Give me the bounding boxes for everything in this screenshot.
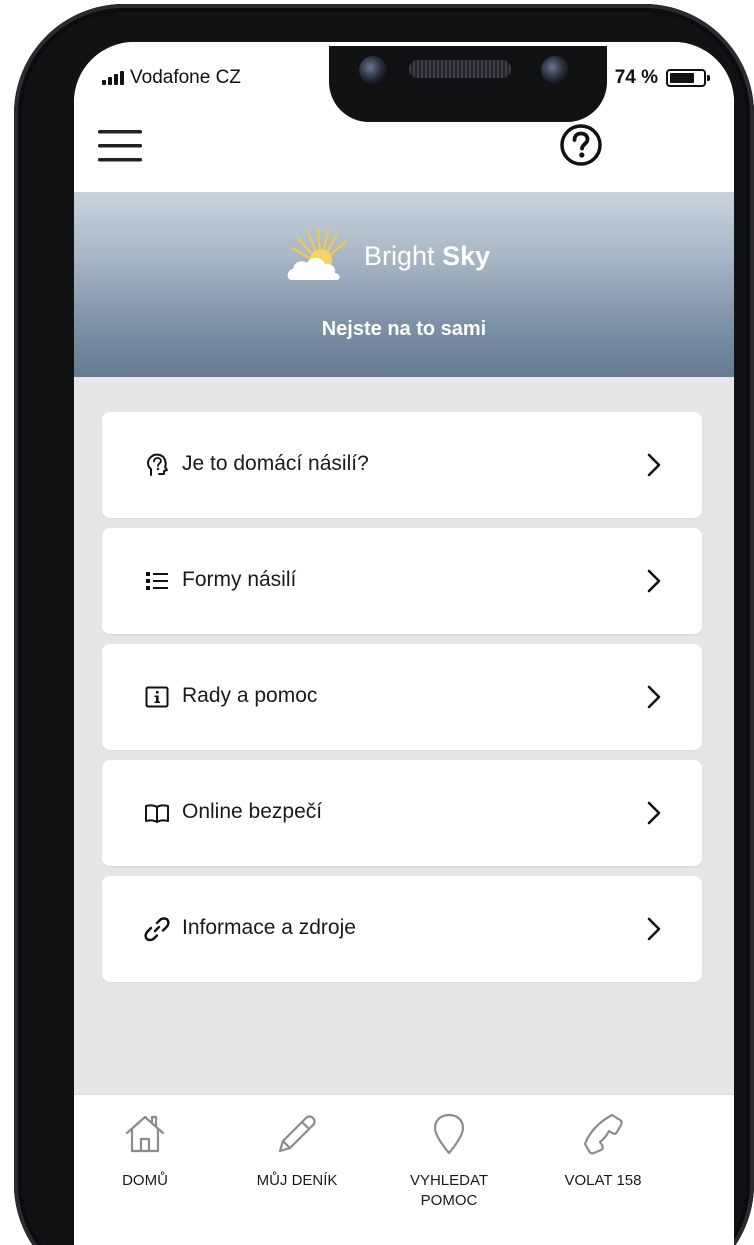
chevron-right-icon: [647, 801, 661, 825]
carrier-group: Vodafone CZ: [102, 67, 241, 89]
menu-item-information-and-resources[interactable]: Informace a zdroje: [102, 876, 702, 982]
menu-item-label: Informace a zdroje: [182, 916, 356, 939]
battery-percent: 74 %: [614, 67, 658, 88]
menu-item-forms-of-violence[interactable]: Formy násilí: [102, 528, 702, 634]
phone-frame: Vodafone CZ 74 % Bright Sky Nejste na to…: [14, 4, 754, 1245]
app-bar: [74, 112, 734, 192]
pencil-icon: [278, 1115, 316, 1153]
chevron-right-icon: [647, 569, 661, 593]
speaker-grille: [409, 60, 511, 78]
menu-item-label: Online bezpečí: [182, 800, 323, 823]
sensor-icon: [541, 56, 569, 84]
brand-logo: Bright Sky: [284, 226, 490, 286]
signal-icon: [102, 71, 124, 85]
carrier-name: Vodafone CZ: [130, 67, 241, 88]
nav-label: MŮJ DENÍK: [256, 1172, 338, 1189]
nav-my-diary[interactable]: MŮJ DENÍK: [222, 1111, 372, 1191]
menu-item-online-safety[interactable]: Online bezpečí: [102, 760, 702, 866]
list-icon: [146, 572, 168, 590]
nav-call-158[interactable]: VOLAT 158: [528, 1111, 678, 1191]
menu-list: Je to domácí násilí? Formy násilí Rady a…: [102, 412, 702, 992]
chevron-right-icon: [647, 917, 661, 941]
nav-home[interactable]: DOMŮ: [74, 1111, 220, 1191]
battery-level: [670, 73, 694, 83]
nav-label: VOLAT 158: [564, 1172, 642, 1189]
link-icon: [144, 917, 170, 942]
hamburger-menu-icon: [98, 130, 142, 162]
menu-item-label: Formy násilí: [182, 568, 297, 591]
home-icon: [125, 1115, 165, 1153]
chevron-right-icon: [647, 453, 661, 477]
brand-name: Bright Sky: [364, 241, 490, 272]
bottom-nav: DOMŮ MŮJ DENÍK VYHLEDAT POMOC VOLAT 158: [74, 1094, 734, 1245]
question-head-icon: [147, 453, 168, 476]
tagline: Nejste na to sami: [321, 318, 487, 340]
info-icon: [145, 686, 169, 708]
help-button[interactable]: [558, 122, 604, 168]
nav-label: DOMŮ: [122, 1172, 168, 1189]
sun-cloud-icon: [287, 227, 347, 280]
notch: [329, 46, 607, 122]
camera-icon: [359, 56, 387, 84]
nav-label: VYHLEDAT POMOC: [409, 1172, 489, 1209]
brand-name-regular: Bright: [364, 240, 435, 271]
book-icon: [145, 804, 169, 823]
help-circle-icon: [560, 124, 602, 166]
menu-item-label: Rady a pomoc: [182, 684, 318, 707]
location-pin-icon: [433, 1113, 465, 1155]
nav-find-help[interactable]: VYHLEDAT POMOC: [374, 1111, 524, 1211]
brand-name-bold: Sky: [442, 240, 491, 271]
phone-screen: Vodafone CZ 74 % Bright Sky Nejste na to…: [74, 42, 734, 1245]
menu-button[interactable]: [96, 126, 144, 166]
menu-item-advice-and-help[interactable]: Rady a pomoc: [102, 644, 702, 750]
hero-banner: Bright Sky Nejste na to sami: [74, 192, 734, 377]
battery-icon: [666, 69, 710, 87]
phone-icon: [583, 1113, 623, 1155]
menu-item-label: Je to domácí násilí?: [182, 452, 369, 475]
stage: Vodafone CZ 74 % Bright Sky Nejste na to…: [0, 0, 754, 1245]
chevron-right-icon: [647, 685, 661, 709]
menu-item-domestic-violence[interactable]: Je to domácí násilí?: [102, 412, 702, 518]
